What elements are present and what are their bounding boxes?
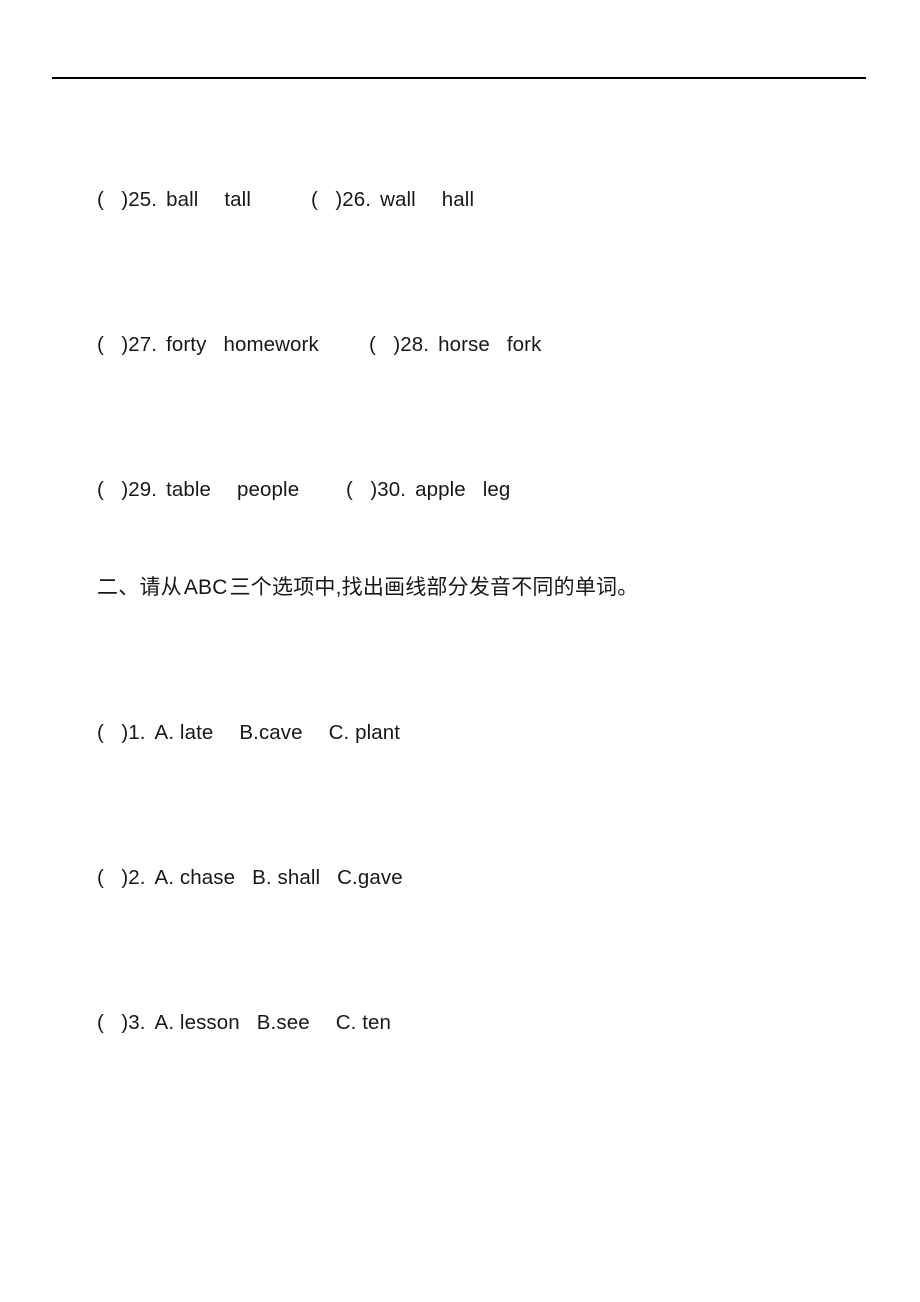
- section-heading-text: 二、请从ABC三个选项中,找出画线部分发音不同的单词。: [97, 577, 638, 598]
- option-c[interactable]: C. ten: [336, 1012, 391, 1034]
- option-a[interactable]: A. late: [155, 722, 214, 744]
- question-number: 3.: [128, 1011, 146, 1034]
- section-two-heading: 二、请从ABC三个选项中,找出画线部分发音不同的单词。: [97, 565, 887, 695]
- answer-bracket[interactable]: ( ): [369, 334, 400, 356]
- word-1: table: [166, 478, 212, 501]
- question-item-26[interactable]: ( )26. wall hall: [311, 188, 475, 211]
- answer-bracket[interactable]: ( ): [97, 1012, 128, 1034]
- question-item-30[interactable]: ( )30. apple leg: [346, 478, 511, 501]
- option-b[interactable]: B. shall: [252, 867, 320, 889]
- word-2: hall: [441, 188, 475, 211]
- multiple-choice-row: ( )2. A. chase B. shall C.gave: [97, 840, 887, 985]
- question-number: 29.: [128, 478, 158, 501]
- question-number: 30.: [377, 478, 407, 501]
- word-1: ball: [166, 188, 199, 211]
- question-number: 2.: [128, 866, 146, 889]
- word-2: people: [237, 478, 300, 501]
- answer-bracket[interactable]: ( ): [97, 189, 128, 211]
- word-2: homework: [223, 333, 319, 356]
- question-item-25[interactable]: ( )25. ball tall: [97, 188, 251, 211]
- word-1: horse: [438, 333, 490, 356]
- word-2: tall: [224, 188, 251, 211]
- heading-suffix: 三个选项中,找出画线部分发音不同的单词。: [229, 576, 639, 599]
- page-content: ( )25. ball tall ( )26. wall hall ( )27. fort…: [97, 120, 887, 1130]
- question-item-27[interactable]: ( )27. forty homework: [97, 333, 319, 356]
- answer-bracket[interactable]: ( ): [311, 189, 342, 211]
- multiple-choice-row: ( )1. A. late B.cave C. plant: [97, 695, 887, 840]
- worksheet-page: ( )25. ball tall ( )26. wall hall ( )27. fort…: [0, 0, 920, 1302]
- answer-bracket[interactable]: ( ): [97, 479, 128, 501]
- question-number: 25.: [128, 188, 158, 211]
- option-b[interactable]: B.cave: [239, 722, 302, 744]
- answer-bracket[interactable]: ( ): [97, 722, 128, 744]
- option-a[interactable]: A. chase: [155, 867, 236, 889]
- answer-bracket[interactable]: ( ): [97, 867, 128, 889]
- header-divider-rule: [52, 77, 866, 79]
- heading-prefix: 二、请从: [97, 576, 182, 599]
- option-c[interactable]: C. plant: [329, 722, 400, 744]
- word-1: forty: [166, 333, 207, 356]
- option-a[interactable]: A. lesson: [155, 1012, 240, 1034]
- question-number: 27.: [128, 333, 158, 356]
- answer-bracket[interactable]: ( ): [97, 334, 128, 356]
- question-item-3[interactable]: ( )3. A. lesson B.see C. ten: [97, 1011, 391, 1034]
- option-c[interactable]: C.gave: [337, 867, 403, 889]
- word-1: wall: [380, 188, 416, 211]
- multiple-choice-row: ( )3. A. lesson B.see C. ten: [97, 985, 887, 1130]
- word-pair-row: ( )29. table people ( )30. apple leg: [97, 410, 887, 555]
- question-item-29[interactable]: ( )29. table people: [97, 478, 300, 501]
- question-item-1[interactable]: ( )1. A. late B.cave C. plant: [97, 721, 400, 744]
- word-pair-row: ( )25. ball tall ( )26. wall hall: [97, 120, 887, 265]
- word-2: leg: [482, 478, 511, 501]
- question-number: 26.: [342, 188, 372, 211]
- question-item-2[interactable]: ( )2. A. chase B. shall C.gave: [97, 866, 403, 889]
- heading-latin-abc: ABC: [183, 576, 228, 599]
- question-item-28[interactable]: ( )28. horse fork: [369, 333, 542, 356]
- word-2: fork: [506, 333, 542, 356]
- question-number: 1.: [128, 721, 146, 744]
- question-number: 28.: [400, 333, 430, 356]
- word-pair-row: ( )27. forty homework ( )28. horse fork: [97, 265, 887, 410]
- word-1: apple: [415, 478, 466, 501]
- answer-bracket[interactable]: ( ): [346, 479, 377, 501]
- option-b[interactable]: B.see: [257, 1012, 310, 1034]
